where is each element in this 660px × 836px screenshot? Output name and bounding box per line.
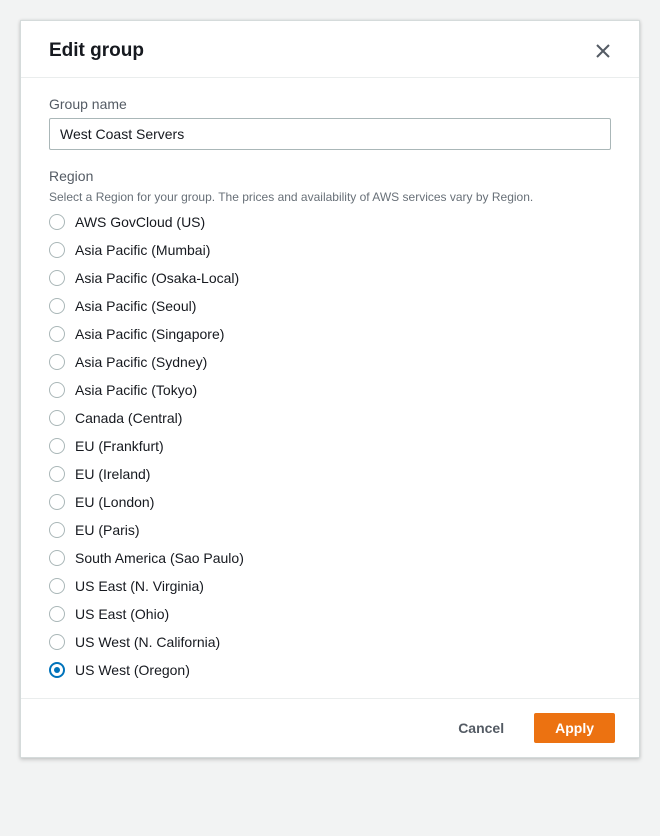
region-option-label: Asia Pacific (Tokyo) [75, 382, 197, 398]
region-hint: Select a Region for your group. The pric… [49, 190, 611, 204]
radio-icon [49, 578, 65, 594]
group-name-input[interactable] [49, 118, 611, 150]
radio-icon [49, 382, 65, 398]
region-option[interactable]: Asia Pacific (Singapore) [49, 326, 611, 342]
region-option-label: Asia Pacific (Singapore) [75, 326, 224, 342]
modal-body: Group name Region Select a Region for yo… [21, 78, 639, 698]
region-option[interactable]: EU (Ireland) [49, 466, 611, 482]
region-radio-list: AWS GovCloud (US) Asia Pacific (Mumbai) As… [49, 214, 611, 678]
region-option-label: AWS GovCloud (US) [75, 214, 205, 230]
region-option[interactable]: Asia Pacific (Mumbai) [49, 242, 611, 258]
region-option[interactable]: South America (Sao Paulo) [49, 550, 611, 566]
region-option-label: EU (Ireland) [75, 466, 150, 482]
region-option-label: EU (London) [75, 494, 154, 510]
region-option[interactable]: EU (Paris) [49, 522, 611, 538]
region-option-label: Asia Pacific (Mumbai) [75, 242, 210, 258]
radio-icon [49, 410, 65, 426]
radio-icon [49, 354, 65, 370]
region-option[interactable]: Asia Pacific (Osaka-Local) [49, 270, 611, 286]
region-option-label: EU (Frankfurt) [75, 438, 164, 454]
modal-header: Edit group [21, 21, 639, 78]
region-option-label: EU (Paris) [75, 522, 140, 538]
region-option[interactable]: US West (N. California) [49, 634, 611, 650]
modal-footer: Cancel Apply [21, 698, 639, 757]
region-option-label: US East (Ohio) [75, 606, 169, 622]
group-name-label: Group name [49, 96, 611, 112]
region-option[interactable]: Asia Pacific (Seoul) [49, 298, 611, 314]
apply-button[interactable]: Apply [534, 713, 615, 743]
cancel-button[interactable]: Cancel [438, 714, 524, 742]
edit-group-modal: Edit group Group name Region Select a Re… [20, 20, 640, 758]
radio-icon [49, 214, 65, 230]
region-option-label: US East (N. Virginia) [75, 578, 204, 594]
radio-icon [49, 606, 65, 622]
region-option-label: Asia Pacific (Seoul) [75, 298, 196, 314]
region-option[interactable]: US East (Ohio) [49, 606, 611, 622]
region-option[interactable]: Asia Pacific (Tokyo) [49, 382, 611, 398]
region-option-label: Asia Pacific (Sydney) [75, 354, 207, 370]
region-option[interactable]: Canada (Central) [49, 410, 611, 426]
radio-icon [49, 438, 65, 454]
modal-title: Edit group [49, 40, 144, 62]
region-option-label: US West (N. California) [75, 634, 220, 650]
region-option-label: US West (Oregon) [75, 662, 190, 678]
radio-icon [49, 550, 65, 566]
region-label: Region [49, 168, 611, 184]
region-option[interactable]: EU (London) [49, 494, 611, 510]
radio-icon [49, 298, 65, 314]
radio-icon [49, 466, 65, 482]
region-option[interactable]: US East (N. Virginia) [49, 578, 611, 594]
region-option[interactable]: EU (Frankfurt) [49, 438, 611, 454]
region-option[interactable]: Asia Pacific (Sydney) [49, 354, 611, 370]
radio-icon [49, 662, 65, 678]
region-option[interactable]: AWS GovCloud (US) [49, 214, 611, 230]
radio-icon [49, 634, 65, 650]
region-option-label: Asia Pacific (Osaka-Local) [75, 270, 239, 286]
radio-icon [49, 242, 65, 258]
close-icon [595, 43, 611, 59]
region-option-label: South America (Sao Paulo) [75, 550, 244, 566]
radio-icon [49, 522, 65, 538]
region-option[interactable]: US West (Oregon) [49, 662, 611, 678]
region-option-label: Canada (Central) [75, 410, 182, 426]
radio-icon [49, 270, 65, 286]
close-button[interactable] [591, 39, 615, 63]
radio-icon [49, 494, 65, 510]
radio-icon [49, 326, 65, 342]
